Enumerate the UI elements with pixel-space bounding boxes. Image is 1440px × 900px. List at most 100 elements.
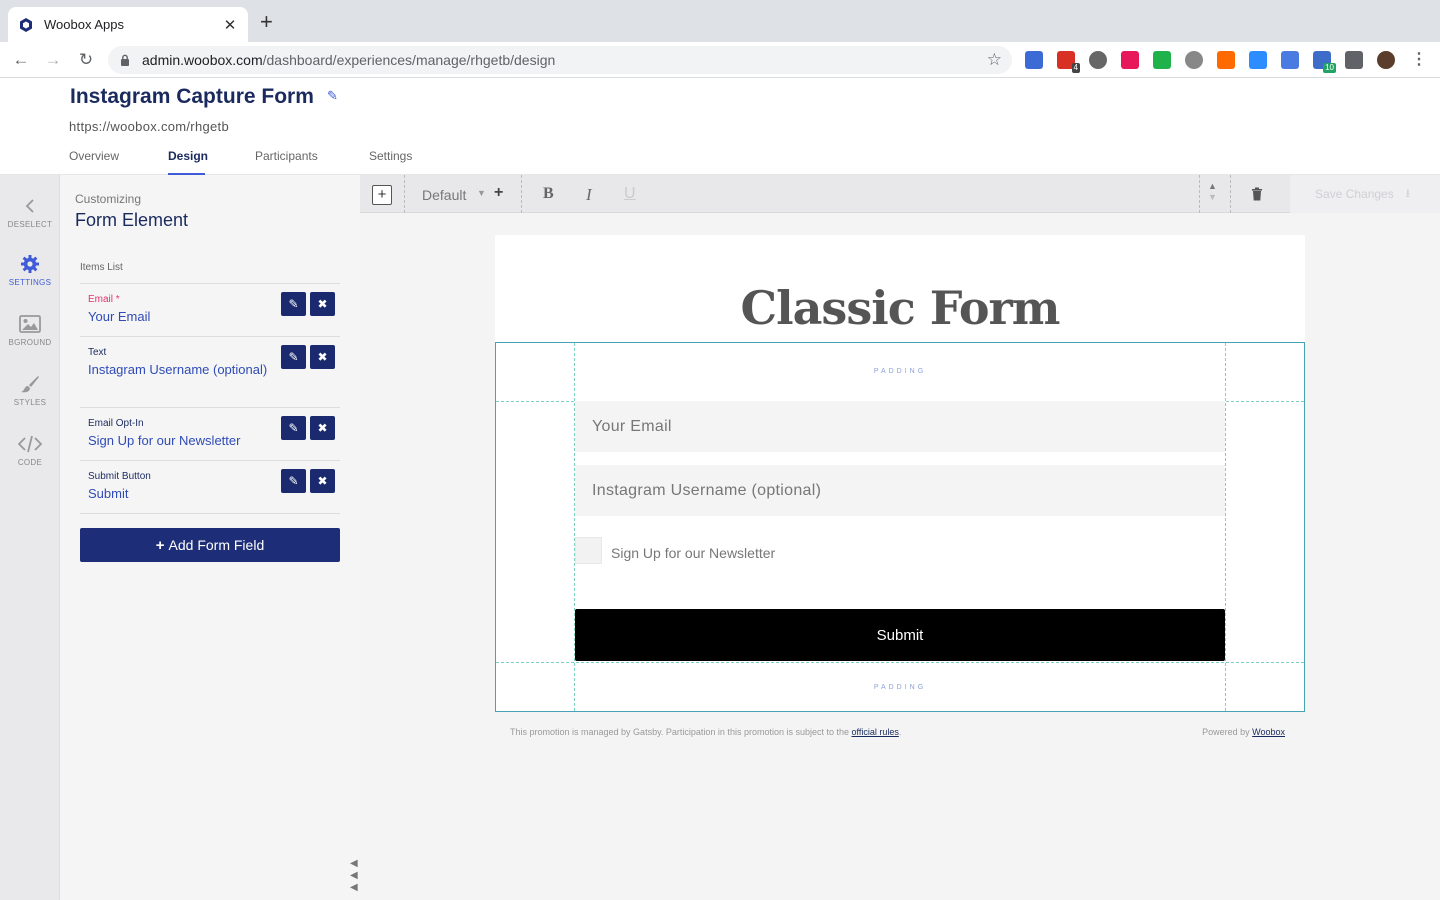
move-up-down-icon[interactable]: ▲ ▼ <box>1208 181 1217 203</box>
reload-icon[interactable]: ↻ <box>75 49 97 71</box>
url-text: admin.woobox.com/dashboard/experiences/m… <box>142 52 987 68</box>
underline-button[interactable]: U <box>624 185 636 203</box>
edit-item-icon[interactable]: ✎ <box>281 416 306 440</box>
rail-label: SETTINGS <box>8 278 52 287</box>
remove-item-icon[interactable]: ✖ <box>310 469 335 493</box>
customizing-panel: Customizing Form Element Items List Emai… <box>60 175 360 900</box>
list-item[interactable]: Email Opt-In Sign Up for our Newsletter … <box>80 408 340 461</box>
ext-7-icon[interactable] <box>1217 51 1235 69</box>
forward-arrow-icon[interactable]: → <box>42 49 64 71</box>
address-bar[interactable]: admin.woobox.com/dashboard/experiences/m… <box>108 46 1012 74</box>
item-type: Text <box>88 347 107 358</box>
image-icon <box>0 313 60 335</box>
woobox-link[interactable]: Woobox <box>1252 727 1285 737</box>
items-list-label: Items List <box>80 262 123 273</box>
rail-styles[interactable]: STYLES <box>0 373 60 407</box>
ext-6-icon[interactable] <box>1185 51 1203 69</box>
powered-by-text: Powered by <box>1202 727 1253 737</box>
ext-2-icon[interactable]: 4 <box>1057 51 1080 73</box>
browser-toolbar: ← → ↻ admin.woobox.com/dashboard/experie… <box>0 42 1440 78</box>
save-changes-label: Save Changes <box>1315 187 1394 201</box>
edit-item-icon[interactable]: ✎ <box>281 469 306 493</box>
download-icon: ⭳ <box>1405 185 1410 200</box>
browser-menu-icon[interactable]: ⋮ <box>1408 49 1430 71</box>
form-heading[interactable]: Classic Form <box>495 281 1305 335</box>
ext-12-icon[interactable] <box>1377 51 1395 69</box>
tab-participants[interactable]: Participants <box>255 149 318 163</box>
extension-badge: 10 <box>1323 63 1336 73</box>
ext-8-icon[interactable] <box>1249 51 1267 69</box>
remove-item-icon[interactable]: ✖ <box>310 416 335 440</box>
ext-3-icon[interactable] <box>1089 51 1107 69</box>
element-title: Form Element <box>75 210 189 230</box>
rail-code[interactable]: CODE <box>0 433 60 467</box>
add-form-field-label: Add Form Field <box>168 537 265 553</box>
submit-button[interactable]: Submit <box>575 609 1225 661</box>
list-item[interactable]: Submit Button Submit ✎ ✖ <box>80 461 340 514</box>
lock-icon <box>121 54 129 66</box>
bookmark-star-icon[interactable]: ☆ <box>987 50 1002 70</box>
edit-item-icon[interactable]: ✎ <box>281 345 306 369</box>
rail-settings[interactable]: SETTINGS <box>0 253 60 287</box>
add-element-icon[interactable]: + <box>372 185 392 205</box>
toolbar-divider <box>404 175 405 213</box>
paintbrush-icon <box>0 373 60 395</box>
tab-settings[interactable]: Settings <box>369 149 412 163</box>
form-items-list: Email * Your Email ✎ ✖ Text Instagram Use… <box>80 283 340 514</box>
ext-4-icon[interactable] <box>1121 51 1139 69</box>
url-path: /dashboard/experiences/manage/rhgetb/des… <box>262 52 556 68</box>
text-style-dropdown[interactable]: Default <box>422 187 466 203</box>
italic-button[interactable]: I <box>586 185 592 205</box>
list-item[interactable]: Text Instagram Username (optional) ✎ ✖ <box>80 337 340 408</box>
tab-overview[interactable]: Overview <box>69 149 119 163</box>
close-tab-icon[interactable]: ✕ <box>222 16 238 34</box>
selected-form-element[interactable]: PADDING Your Email Instagram Username (o… <box>495 342 1305 712</box>
extension-badge: 4 <box>1071 63 1080 73</box>
collapse-panel-icon[interactable]: ◀ ◀ ◀ <box>350 858 358 894</box>
ext-9-icon[interactable] <box>1281 51 1299 69</box>
experience-url[interactable]: https://woobox.com/rhgetb <box>69 119 229 134</box>
padding-guide <box>1225 343 1226 711</box>
remove-item-icon[interactable]: ✖ <box>310 345 335 369</box>
chevron-down-icon[interactable]: ▼ <box>477 188 486 198</box>
tab-title: Woobox Apps <box>44 17 124 32</box>
save-changes-button[interactable]: Save Changes ⭳ <box>1290 175 1440 213</box>
item-type: Submit Button <box>88 471 151 482</box>
rail-deselect[interactable]: DESELECT <box>0 195 60 229</box>
ext-10-icon[interactable]: 10 <box>1313 51 1336 73</box>
email-field[interactable]: Your Email <box>575 401 1225 453</box>
rail-background[interactable]: BGROUND <box>0 313 60 347</box>
remove-item-icon[interactable]: ✖ <box>310 292 335 316</box>
design-canvas: Classic Form PADDING Your Email Instagra… <box>360 213 1440 900</box>
new-tab-button[interactable]: + <box>260 11 273 33</box>
url-host: admin.woobox.com <box>142 52 263 68</box>
add-style-icon[interactable]: + <box>494 184 503 202</box>
trash-icon[interactable] <box>1250 187 1264 201</box>
add-form-field-button[interactable]: + Add Form Field <box>80 528 340 562</box>
edit-title-pencil-icon[interactable]: ✎ <box>327 88 338 104</box>
instagram-username-field[interactable]: Instagram Username (optional) <box>575 465 1225 517</box>
edit-item-icon[interactable]: ✎ <box>281 292 306 316</box>
woobox-favicon-icon <box>20 17 32 32</box>
bold-button[interactable]: B <box>543 185 554 203</box>
experience-title: Instagram Capture Form <box>70 85 314 108</box>
item-type: Email * <box>88 294 120 305</box>
form-preview-card: Classic Form PADDING Your Email Instagra… <box>495 235 1305 712</box>
ext-1-icon[interactable] <box>1025 51 1043 69</box>
padding-bottom-label: PADDING <box>873 684 927 691</box>
official-rules-link[interactable]: official rules <box>852 727 899 737</box>
ext-11-icon[interactable] <box>1345 51 1363 69</box>
chevron-left-icon <box>0 195 60 217</box>
back-arrow-icon[interactable]: ← <box>10 49 32 71</box>
experience-header: Instagram Capture Form ✎ https://woobox.… <box>0 79 1440 175</box>
ext-5-icon[interactable] <box>1153 51 1171 69</box>
code-icon <box>0 433 60 455</box>
rail-label: BGROUND <box>8 338 52 347</box>
toolbar-divider <box>1199 175 1200 213</box>
padding-guide <box>496 662 1304 663</box>
disclaimer-end: . <box>898 727 902 737</box>
newsletter-checkbox[interactable] <box>575 537 602 564</box>
tab-design[interactable]: Design <box>168 149 208 163</box>
browser-tab[interactable]: Woobox Apps ✕ <box>8 7 248 42</box>
list-item[interactable]: Email * Your Email ✎ ✖ <box>80 284 340 337</box>
